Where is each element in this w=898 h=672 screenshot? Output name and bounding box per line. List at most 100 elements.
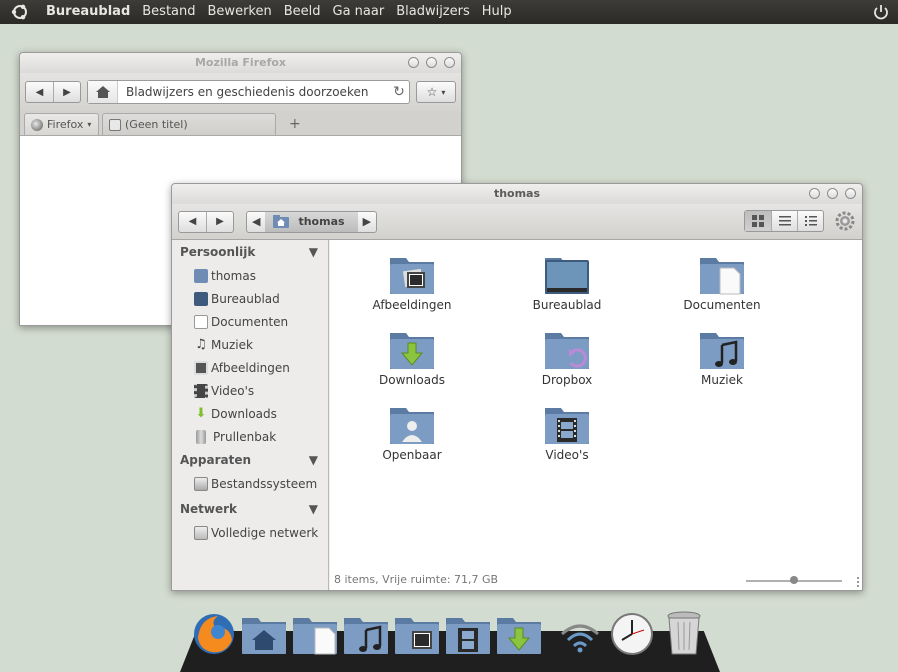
sidebar-item-documenten[interactable]: Documenten (172, 310, 328, 333)
file-label: Afbeeldingen (372, 298, 452, 312)
firefox-launcher-icon[interactable] (190, 610, 238, 656)
breadcrumb: ◀ thomas ▶ (246, 210, 378, 233)
sidebar-item-label: Afbeeldingen (211, 360, 290, 375)
firefox-title: Mozilla Firefox (194, 56, 287, 69)
folder-afbeeldingen[interactable]: Afbeeldingen (352, 254, 472, 312)
maximize-button[interactable] (426, 57, 437, 68)
crumb-thomas[interactable]: thomas (265, 211, 358, 232)
minimize-button[interactable] (408, 57, 419, 68)
trash-launcher-icon[interactable] (660, 610, 708, 656)
sidebar-item-bureaublad[interactable]: Bureaublad (172, 287, 328, 310)
folder-muziek[interactable]: Muziek (662, 329, 782, 387)
sidebar-item-label: Bestandssysteem (211, 476, 318, 491)
firefox-menu-button[interactable]: Firefox ▾ (24, 113, 99, 135)
sidebar-item-volledige-netwerk[interactable]: Volledige netwerk (172, 521, 328, 544)
sidebar-item-label: Video's (211, 383, 255, 398)
menu-hulp[interactable]: Hulp (476, 0, 518, 24)
music-folder-icon (700, 333, 744, 369)
compact-view-button[interactable] (797, 211, 823, 231)
new-tab-button[interactable]: + (289, 113, 301, 135)
home-icon[interactable] (88, 81, 118, 103)
clock-icon[interactable] (608, 610, 656, 656)
url-bar[interactable]: Bladwijzers en geschiedenis doorzoeken ↻ (87, 80, 410, 104)
sidebar-item-bestandssysteem[interactable]: Bestandssysteem (172, 472, 328, 495)
top-panel: Bureaublad Bestand Bewerken Beeld Ga naa… (0, 0, 898, 24)
trash-icon (196, 429, 206, 444)
forward-button[interactable]: ▶ (206, 211, 233, 232)
back-button[interactable]: ◀ (26, 82, 53, 102)
music-launcher-icon[interactable] (342, 610, 390, 656)
wifi-icon[interactable] (556, 610, 604, 656)
status-text: 8 items, Vrije ruimte: 71,7 GB (334, 573, 499, 586)
documents-folder-icon (700, 258, 744, 295)
zoom-slider[interactable] (746, 576, 842, 584)
file-label: Downloads (379, 373, 445, 387)
sidebar-section-network[interactable]: Netwerk ▼ (172, 497, 328, 521)
harddisk-icon (194, 476, 208, 491)
file-manager-titlebar[interactable]: thomas (172, 184, 862, 204)
sidebar-item-muziek[interactable]: ♫ Muziek (172, 333, 328, 356)
menu-beeld[interactable]: Beeld (278, 0, 327, 24)
menu-bureaublad[interactable]: Bureaublad (40, 0, 136, 24)
back-button[interactable]: ◀ (179, 212, 206, 232)
list-view-button[interactable] (771, 211, 797, 231)
close-button[interactable] (845, 188, 856, 199)
film-icon (194, 383, 208, 398)
network-icon (194, 525, 208, 540)
sidebar-item-videos[interactable]: Video's (172, 379, 328, 402)
pictures-launcher-icon[interactable] (393, 610, 441, 656)
collapse-arrow-icon[interactable]: ▼ (309, 502, 318, 521)
tab-untitled[interactable]: (Geen titel) (102, 113, 276, 135)
folder-downloads[interactable]: Downloads (352, 329, 472, 387)
ubuntu-logo-icon[interactable] (8, 0, 32, 24)
maximize-button[interactable] (827, 188, 838, 199)
star-icon: ☆ (426, 85, 438, 99)
url-input[interactable]: Bladwijzers en geschiedenis doorzoeken (118, 85, 389, 99)
menu-bestand[interactable]: Bestand (136, 0, 201, 24)
menu-ga-naar[interactable]: Ga naar (327, 0, 391, 24)
videos-launcher-icon[interactable] (444, 610, 492, 656)
desktop-icon (194, 291, 208, 306)
icon-view-button[interactable] (745, 211, 771, 231)
download-arrow-icon: ⬇ (195, 405, 207, 421)
sidebar-item-thomas[interactable]: thomas (172, 264, 328, 287)
section-label: Persoonlijk (180, 245, 256, 259)
crumb-right-arrow[interactable]: ▶ (358, 212, 376, 232)
sidebar-item-afbeeldingen[interactable]: Afbeeldingen (172, 356, 328, 379)
home-folder-launcher-icon[interactable] (240, 610, 288, 656)
folder-dropbox[interactable]: Dropbox (507, 329, 627, 387)
file-label: Video's (545, 448, 589, 462)
gear-icon[interactable] (834, 210, 856, 232)
sidebar-section-personal[interactable]: Persoonlijk ▼ (172, 240, 328, 264)
power-icon[interactable] (872, 3, 890, 21)
minimize-button[interactable] (809, 188, 820, 199)
pictures-folder-icon (390, 258, 434, 294)
sidebar-item-downloads[interactable]: ⬇ Downloads (172, 402, 328, 425)
folder-videos[interactable]: Video's (507, 404, 627, 462)
collapse-arrow-icon[interactable]: ▼ (309, 245, 318, 264)
documents-launcher-icon[interactable] (291, 610, 339, 656)
folder-documenten[interactable]: Documenten (662, 254, 782, 312)
close-button[interactable] (444, 57, 455, 68)
sidebar-section-devices[interactable]: Apparaten ▼ (172, 448, 328, 472)
menu-bladwijzers[interactable]: Bladwijzers (390, 0, 476, 24)
sidebar-item-label: Muziek (211, 337, 253, 352)
collapse-arrow-icon[interactable]: ▼ (309, 453, 318, 472)
folder-bureaublad[interactable]: Bureaublad (507, 254, 627, 312)
reload-icon[interactable]: ↻ (389, 84, 409, 100)
zoom-slider-handle[interactable] (790, 576, 798, 584)
firefox-titlebar[interactable]: Mozilla Firefox (20, 53, 461, 73)
sidebar-item-prullenbak[interactable]: Prullenbak (172, 425, 328, 448)
crumb-left-arrow[interactable]: ◀ (247, 212, 265, 232)
menu-bewerken[interactable]: Bewerken (202, 0, 278, 24)
file-label: Documenten (683, 298, 761, 312)
crumb-label: thomas (298, 215, 345, 228)
downloads-launcher-icon[interactable] (495, 610, 543, 656)
forward-button[interactable]: ▶ (53, 82, 80, 102)
bookmark-star-button[interactable]: ☆ ▾ (416, 81, 456, 103)
home-folder-icon (194, 268, 208, 283)
resize-grip[interactable] (849, 577, 859, 587)
file-label: Openbaar (382, 448, 442, 462)
sidebar-item-label: Bureaublad (211, 291, 280, 306)
folder-openbaar[interactable]: Openbaar (352, 404, 472, 462)
